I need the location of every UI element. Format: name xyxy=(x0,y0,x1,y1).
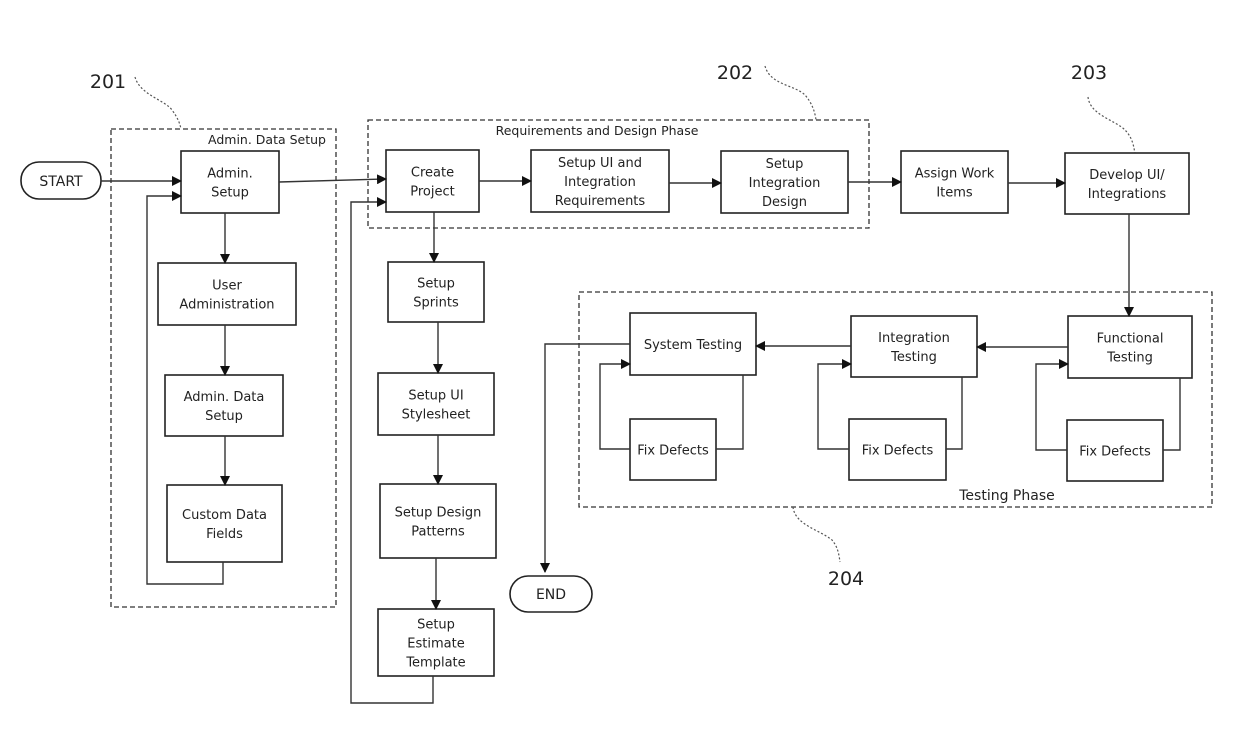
node-label: Setup UI and xyxy=(558,156,642,171)
node-label: Integration xyxy=(564,175,636,190)
node-label: Patterns xyxy=(411,525,465,540)
svg-text:END: END xyxy=(536,587,566,603)
leader-202 xyxy=(764,65,817,121)
node-label: Estimate xyxy=(407,637,464,652)
node-admin-data-setup[interactable]: Admin. Data Setup xyxy=(164,374,284,437)
node-label: Administration xyxy=(179,298,274,313)
node-label: Integrations xyxy=(1088,187,1167,202)
node-label: Fields xyxy=(206,527,243,542)
node-setup-stylesheet[interactable]: Setup UI Stylesheet xyxy=(377,372,495,436)
group-testing-label: Testing Phase xyxy=(958,488,1054,504)
edge-fix-3-functional xyxy=(1035,359,1069,451)
node-label: Develop UI/ xyxy=(1089,168,1165,183)
node-develop-ui[interactable]: Develop UI/Integrations xyxy=(1064,152,1190,215)
node-integration-testing[interactable]: Integration Testing xyxy=(850,315,978,378)
node-fix-defects-2[interactable]: Fix Defects xyxy=(848,418,947,481)
start-terminal[interactable]: START xyxy=(20,161,102,200)
edge-system-end xyxy=(540,343,630,573)
node-label: User xyxy=(212,279,242,294)
node-label: Setup xyxy=(417,618,455,633)
node-assign-work[interactable]: Assign Work Items xyxy=(900,150,1009,214)
edge-fix-1-system xyxy=(599,359,631,450)
node-admin-setup[interactable]: Admin. Setup xyxy=(180,150,280,214)
node-label: Setup UI xyxy=(408,389,463,404)
node-fix-defects-1[interactable]: Fix Defects xyxy=(629,418,717,481)
flowchart: Admin. Data Setup Requirements and Desig… xyxy=(20,62,1213,704)
node-label: Testing xyxy=(890,350,937,365)
node-label: System Testing xyxy=(644,338,742,353)
node-fix-defects-3[interactable]: Fix Defects xyxy=(1066,419,1164,482)
node-label: Design xyxy=(762,195,807,210)
node-label: Admin. Data xyxy=(184,390,265,405)
node-label: Setup xyxy=(205,409,243,424)
edge-system-fix-1 xyxy=(716,375,744,450)
node-label: Create xyxy=(411,166,454,181)
node-label: Fix Defects xyxy=(637,444,709,459)
node-setup-patterns[interactable]: Setup Design Patterns xyxy=(379,483,497,559)
node-label: Integration xyxy=(878,331,950,346)
node-label: Integration xyxy=(749,176,821,191)
ref-203: 203 xyxy=(1071,62,1107,84)
edge-admin-setup-create-project xyxy=(278,174,387,185)
node-label: Sprints xyxy=(413,296,459,311)
ref-201: 201 xyxy=(90,71,126,93)
node-label: Testing xyxy=(1106,351,1153,366)
node-create-project[interactable]: Create Project xyxy=(385,149,480,213)
group-admin-label: Admin. Data Setup xyxy=(208,132,326,147)
ref-204: 204 xyxy=(828,568,864,590)
leader-203 xyxy=(1087,96,1136,155)
edge-fix-2-integration xyxy=(817,359,852,450)
node-label: Setup xyxy=(766,157,804,172)
edge-functional-fix-3 xyxy=(1163,378,1181,451)
node-label: Template xyxy=(405,656,465,671)
node-setup-ui-req[interactable]: Setup UI and Integration Requirements xyxy=(530,149,670,213)
svg-text:START: START xyxy=(39,174,83,190)
node-functional-testing[interactable]: Functional Testing xyxy=(1067,315,1193,379)
node-label: Functional xyxy=(1097,332,1164,347)
node-label: Requirements xyxy=(555,194,646,209)
node-label: Custom Data xyxy=(182,508,267,523)
node-label: Assign Work xyxy=(915,167,995,182)
node-label: Project xyxy=(410,185,454,200)
node-custom-fields[interactable]: Custom Data Fields xyxy=(166,484,283,563)
node-label: Admin. xyxy=(207,167,253,182)
node-label: Fix Defects xyxy=(1079,445,1151,460)
node-label: Setup Design xyxy=(395,506,482,521)
end-terminal[interactable]: END xyxy=(509,575,593,613)
node-label: Fix Defects xyxy=(862,444,934,459)
node-label: Stylesheet xyxy=(402,408,471,423)
node-label: Items xyxy=(936,186,973,201)
node-system-testing[interactable]: System Testing xyxy=(629,312,757,376)
leader-204 xyxy=(792,506,841,563)
node-label: Setup xyxy=(417,277,455,292)
group-requirements-label: Requirements and Design Phase xyxy=(496,123,699,138)
node-label: Setup xyxy=(211,186,249,201)
node-user-admin[interactable]: User Administration xyxy=(157,262,297,326)
node-setup-estimate[interactable]: Setup Estimate Template xyxy=(377,608,495,677)
leader-201 xyxy=(134,76,182,130)
ref-202: 202 xyxy=(717,62,753,84)
edge-integration-fix-2 xyxy=(946,377,963,450)
node-setup-sprints[interactable]: Setup Sprints xyxy=(387,261,485,323)
node-setup-int-design[interactable]: Setup Integration Design xyxy=(720,150,849,214)
